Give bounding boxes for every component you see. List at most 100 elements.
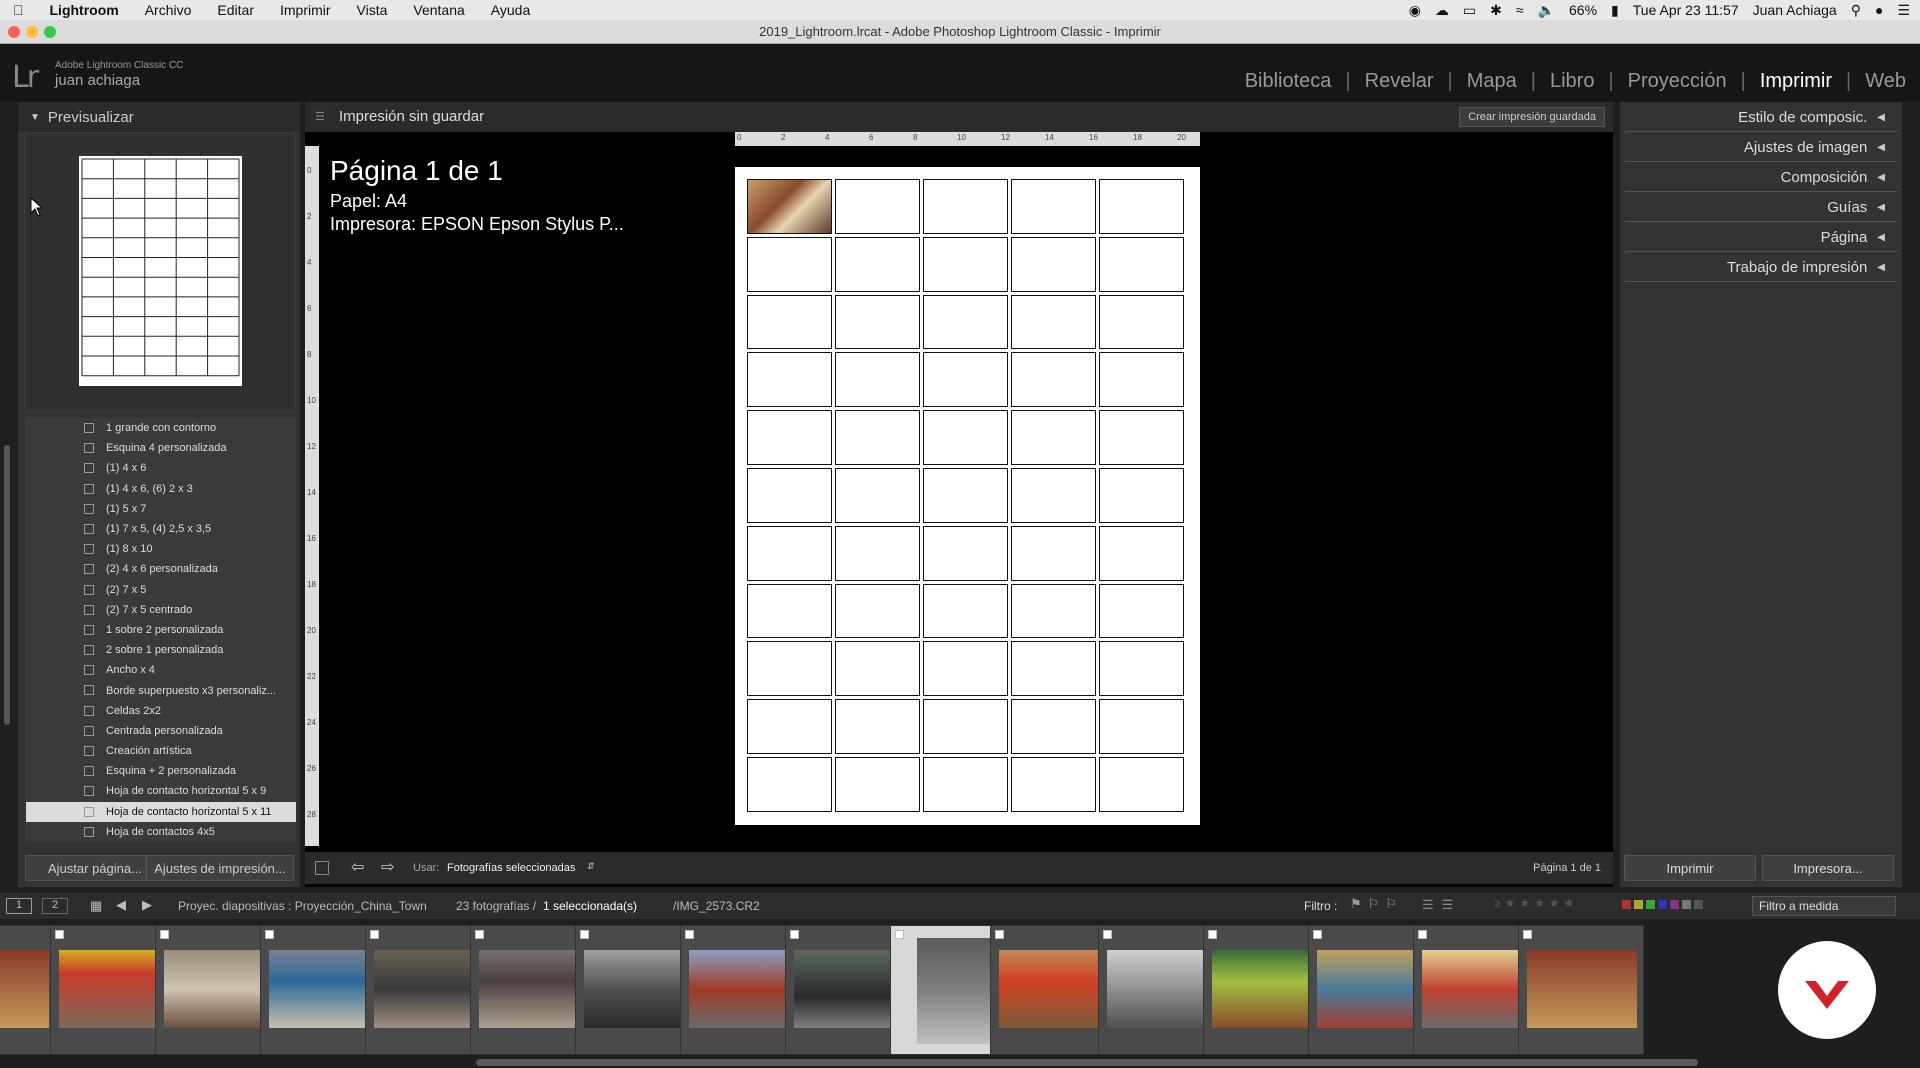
template-item[interactable]: Hoja de contactos 4x5 [26,822,296,842]
empty-cell[interactable] [747,756,832,812]
filmstrip-scrollbar[interactable] [476,1059,1698,1066]
pick-flag-icon[interactable] [790,930,799,939]
empty-cell[interactable] [923,410,1008,465]
print-settings-button[interactable]: Ajustes de impresión... [146,855,294,881]
module-libro[interactable]: Libro [1536,70,1608,93]
empty-cell[interactable] [923,756,1008,812]
empty-cell[interactable] [923,525,1008,581]
empty-cell[interactable] [1011,467,1096,523]
battery-icon[interactable]: ▮ [1611,2,1619,19]
pick-flag-icon[interactable] [55,930,64,939]
user-name[interactable]: Juan Achiaga [1753,2,1837,18]
bluetooth-icon[interactable]: ✱ [1490,2,1502,19]
template-item[interactable]: (2) 4 x 6 personalizada [26,559,296,579]
empty-cell[interactable] [1011,294,1096,350]
empty-cell[interactable] [1011,699,1096,754]
left-panel-scrollbar[interactable] [4,445,10,725]
template-item[interactable]: Ancho x 4 [26,660,296,680]
create-saved-print-button[interactable]: Crear impresión guardada [1459,107,1605,127]
grid-view-icon[interactable]: ▦ [90,898,102,914]
module-imprimir[interactable]: Imprimir [1746,70,1846,93]
filmstrip-thumbnail[interactable] [0,925,56,1055]
empty-cell[interactable] [747,467,832,523]
template-item[interactable]: (2) 7 x 5 [26,580,296,600]
empty-cell[interactable] [1099,699,1184,754]
empty-cell[interactable] [747,294,832,350]
empty-cell[interactable] [1011,179,1096,234]
menu-vista[interactable]: Vista [344,2,401,18]
template-item[interactable]: Esquina 4 personalizada [26,438,296,458]
template-item[interactable]: Creación artística [26,741,296,761]
toggle-view-icon[interactable] [315,861,329,875]
empty-cell[interactable] [1099,352,1184,408]
empty-cell[interactable] [835,467,920,523]
section-guides[interactable]: Guías ◀ [1625,194,1897,222]
empty-cell[interactable] [747,583,832,639]
empty-cell[interactable] [923,467,1008,523]
print-button[interactable]: Imprimir [1624,855,1756,881]
printer-button[interactable]: Impresora... [1762,855,1894,881]
empty-cell[interactable] [747,699,832,754]
pick-flag-icon[interactable] [895,930,904,939]
pick-flag-icon[interactable] [370,930,379,939]
filmstrip-thumbnail[interactable] [1518,925,1644,1055]
selected-file[interactable]: /IMG_2573.CR2 [673,899,760,913]
empty-cell[interactable] [1011,410,1096,465]
template-item[interactable]: (2) 7 x 5 centrado [26,600,296,620]
menu-ayuda[interactable]: Ayuda [478,2,543,18]
empty-cell[interactable] [747,641,832,697]
empty-cell[interactable] [923,179,1008,234]
rating-filter-stars[interactable]: ≥★★★★★ [1494,896,1578,910]
pick-flag-icon[interactable] [685,930,694,939]
back-arrow-icon[interactable]: ◀ [116,897,126,913]
template-item[interactable]: Celdas 2x2 [26,701,296,721]
empty-cell[interactable] [923,352,1008,408]
pick-flag-icon[interactable] [160,930,169,939]
screen-1-button[interactable]: 1 [6,898,32,914]
empty-cell[interactable] [1011,236,1096,292]
screen-2-button[interactable]: 2 [42,898,68,914]
empty-cell[interactable] [923,294,1008,350]
pick-flag-icon[interactable] [1313,930,1322,939]
flag-filter-icons[interactable]: ⚑⚐⚐ [1350,896,1403,912]
empty-cell[interactable] [1099,179,1184,234]
apple-menu-icon[interactable]:  [0,2,37,18]
record-icon[interactable]: ◉ [1409,2,1421,19]
photo-cell[interactable] [747,179,832,234]
empty-cell[interactable] [1099,294,1184,350]
menu-imprimir[interactable]: Imprimir [267,2,344,18]
empty-cell[interactable] [923,236,1008,292]
siri-icon[interactable]: ● [1875,2,1883,18]
empty-cell[interactable] [1099,410,1184,465]
template-item[interactable]: (1) 4 x 6 [26,458,296,478]
pick-flag-icon[interactable] [1418,930,1427,939]
display-icon[interactable]: ▭ [1463,2,1476,19]
page-setup-button[interactable]: Ajustar página... [25,855,165,881]
template-item[interactable]: Esquina + 2 personalizada [26,761,296,781]
empty-cell[interactable] [923,641,1008,697]
empty-cell[interactable] [1099,583,1184,639]
creative-cloud-icon[interactable]: ☁ [1435,2,1449,19]
empty-cell[interactable] [835,179,920,234]
empty-cell[interactable] [1099,525,1184,581]
pick-flag-icon[interactable] [1208,930,1217,939]
empty-cell[interactable] [835,525,920,581]
module-proyeccion[interactable]: Proyección [1614,70,1741,93]
empty-cell[interactable] [1011,352,1096,408]
empty-cell[interactable] [1099,236,1184,292]
empty-cell[interactable] [1011,641,1096,697]
empty-cell[interactable] [747,236,832,292]
chevron-updown-icon[interactable]: ⇵ [587,861,595,872]
empty-cell[interactable] [747,410,832,465]
empty-cell[interactable] [835,699,920,754]
empty-cell[interactable] [1099,756,1184,812]
empty-cell[interactable] [1099,641,1184,697]
next-page-icon[interactable]: ⇨ [381,857,394,877]
empty-cell[interactable] [1011,525,1096,581]
empty-cell[interactable] [1011,756,1096,812]
empty-cell[interactable] [1099,467,1184,523]
section-layout[interactable]: Composición ◀ [1625,164,1897,192]
empty-cell[interactable] [747,525,832,581]
menu-editar[interactable]: Editar [204,2,267,18]
empty-cell[interactable] [835,410,920,465]
